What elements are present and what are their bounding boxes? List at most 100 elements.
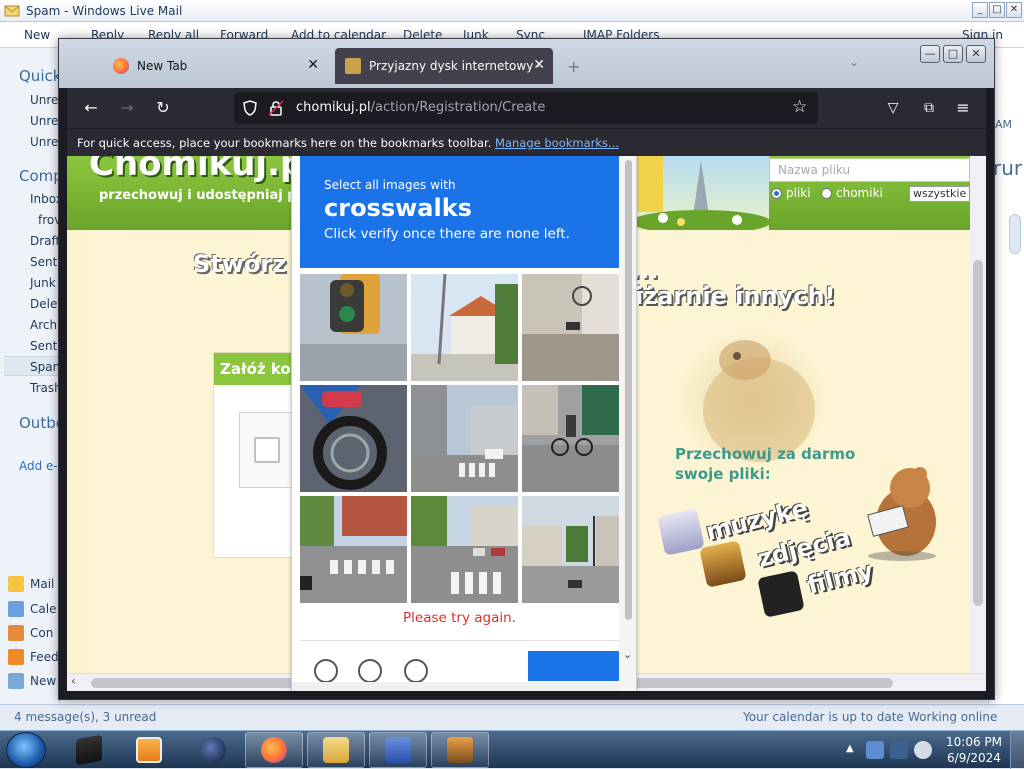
challenge-tile-2[interactable] [411, 274, 518, 381]
recaptcha-checkbox[interactable] [254, 437, 280, 463]
tab-chomikuj[interactable]: Przyjazny dysk internetowy - Ch ✕ [335, 48, 553, 84]
show-hidden-icons-arrow-icon[interactable]: ▲ [846, 743, 854, 754]
challenge-tile-4[interactable] [300, 385, 407, 492]
reload-challenge-icon[interactable] [314, 659, 338, 683]
folder-sent-2[interactable]: Sent [30, 339, 57, 353]
search-scope-select[interactable]: wszystkie [909, 186, 970, 202]
challenge-tile-6[interactable] [522, 385, 629, 492]
reload-icon[interactable]: ↻ [151, 96, 175, 120]
folder-drafts[interactable]: Draft [30, 234, 59, 248]
audio-challenge-icon[interactable] [358, 659, 382, 683]
new-tab-plus-icon[interactable]: + [567, 57, 580, 76]
taskbar-explorer[interactable] [307, 732, 365, 768]
bookmarks-toolbar: For quick access, place your bookmarks h… [67, 128, 986, 156]
radio-files[interactable]: pliki [771, 186, 811, 200]
scroll-down-arrow-icon[interactable]: ⌄ [623, 648, 632, 661]
scroll-left-arrow-icon[interactable]: ‹ [71, 674, 76, 688]
folder-junk[interactable]: Junk [30, 276, 56, 290]
folder-deleted[interactable]: Delet [30, 297, 59, 311]
street-motorbike-image [522, 274, 629, 381]
folder-spam[interactable]: Spam [30, 360, 59, 374]
file-search-input[interactable]: Nazwa pliku [769, 158, 970, 182]
back-arrow-icon[interactable]: ← [79, 96, 103, 120]
ff-minimize-button[interactable]: — [920, 45, 940, 63]
url-text[interactable]: chomikuj.pl/action/Registration/Create [296, 100, 545, 115]
clock-date[interactable]: 6/9/2024 [944, 751, 1004, 765]
close-tab-icon[interactable]: ✕ [533, 57, 545, 73]
action-center-icon[interactable] [890, 741, 908, 759]
show-desktop-button[interactable] [1010, 731, 1024, 769]
folder-subfolder[interactable]: frov [38, 213, 59, 227]
site-logo[interactable]: Chomikuj.pl [89, 156, 316, 184]
close-tab-icon[interactable]: ✕ [307, 57, 319, 73]
url-bar[interactable]: chomikuj.pl/action/Registration/Create ☆ [234, 92, 818, 124]
pocket-icon[interactable]: ▽ [881, 96, 905, 120]
start-button[interactable] [6, 732, 46, 768]
radio-checked-icon [771, 187, 782, 199]
nav-mail[interactable]: Mail [8, 576, 54, 592]
checklist-icon [385, 737, 411, 763]
list-all-tabs-chevron-icon[interactable]: ⌄ [849, 55, 859, 69]
scrollbar-thumb[interactable] [973, 260, 983, 606]
challenge-tile-5[interactable] [411, 385, 518, 492]
nav-newsgroups-label: New [30, 674, 57, 688]
manage-bookmarks-link[interactable]: Manage bookmarks... [495, 136, 619, 150]
clock-time[interactable]: 10:06 PM [944, 735, 1004, 749]
hamburger-menu-icon[interactable]: ≡ [951, 96, 975, 120]
folder-archive[interactable]: Archi [30, 318, 59, 332]
close-button[interactable]: ✕ [1006, 2, 1022, 18]
taskbar-app-2[interactable] [120, 732, 178, 768]
network-icon[interactable] [866, 741, 884, 759]
nav-contacts[interactable]: Con [8, 625, 53, 641]
taskbar-windows-live-mail[interactable] [431, 732, 489, 768]
quick-views-heading[interactable]: Quick [19, 67, 59, 85]
challenge-scrollbar[interactable]: ⌄ [619, 156, 636, 691]
tab-new-tab[interactable]: New Tab ✕ [103, 48, 327, 84]
ff-maximize-button[interactable]: □ [943, 45, 963, 63]
challenge-horizontal-scrollbar[interactable] [292, 682, 619, 691]
taskbar-firefox[interactable] [245, 732, 303, 768]
maximize-button[interactable]: □ [989, 2, 1005, 18]
radio-hamsters[interactable]: chomiki [821, 186, 883, 200]
challenge-error-message: Please try again. [403, 610, 516, 626]
lock-icon[interactable] [268, 100, 284, 116]
quick-view-item[interactable]: Unrea [30, 114, 59, 128]
bookmark-star-icon[interactable]: ☆ [792, 97, 807, 117]
folder-sent[interactable]: Sent [30, 255, 57, 269]
taskbar-app-1[interactable] [60, 732, 118, 768]
page-vertical-scrollbar[interactable] [970, 156, 986, 673]
account-heading[interactable]: Comp [19, 167, 59, 185]
extensions-puzzle-icon[interactable]: ⧉ [917, 96, 941, 120]
nav-feeds[interactable]: Feed [8, 649, 59, 665]
challenge-tile-9[interactable] [522, 496, 629, 603]
black-box-icon [76, 734, 102, 766]
folder-inbox[interactable]: Inbox [30, 192, 59, 206]
add-email-account-link[interactable]: Add e- [19, 459, 58, 473]
shield-icon[interactable] [242, 100, 258, 116]
recaptcha-checkbox-widget[interactable] [239, 412, 295, 488]
quick-view-item[interactable]: Unrea [30, 93, 59, 107]
forward-arrow-icon[interactable]: → [115, 96, 139, 120]
nav-newsgroups[interactable]: New [8, 673, 56, 689]
challenge-tile-3[interactable] [522, 274, 629, 381]
quick-view-item[interactable]: Unrea [30, 135, 59, 149]
challenge-tile-8[interactable] [411, 496, 518, 603]
scrollbar-thumb[interactable] [625, 160, 632, 620]
header-illustration [631, 156, 771, 234]
taskbar-checklist[interactable] [369, 732, 427, 768]
minimize-button[interactable]: _ [972, 2, 988, 18]
nav-calendar[interactable]: Cale [8, 601, 56, 617]
info-icon[interactable] [404, 659, 428, 683]
challenge-tile-1[interactable] [300, 274, 407, 381]
ribbon-new[interactable]: New [24, 28, 50, 42]
volume-icon[interactable] [914, 741, 932, 759]
taskbar-app-3[interactable] [184, 732, 242, 768]
globe-icon [200, 737, 226, 763]
verify-button[interactable] [528, 651, 619, 681]
nav-calendar-label: Cale [30, 602, 57, 616]
reading-pane-scrollbar[interactable] [1009, 214, 1021, 254]
outbox-heading[interactable]: Outbo [19, 414, 59, 432]
ff-close-button[interactable]: ✕ [966, 45, 986, 63]
challenge-tile-7[interactable] [300, 496, 407, 603]
folder-trash[interactable]: Trash [30, 381, 59, 395]
